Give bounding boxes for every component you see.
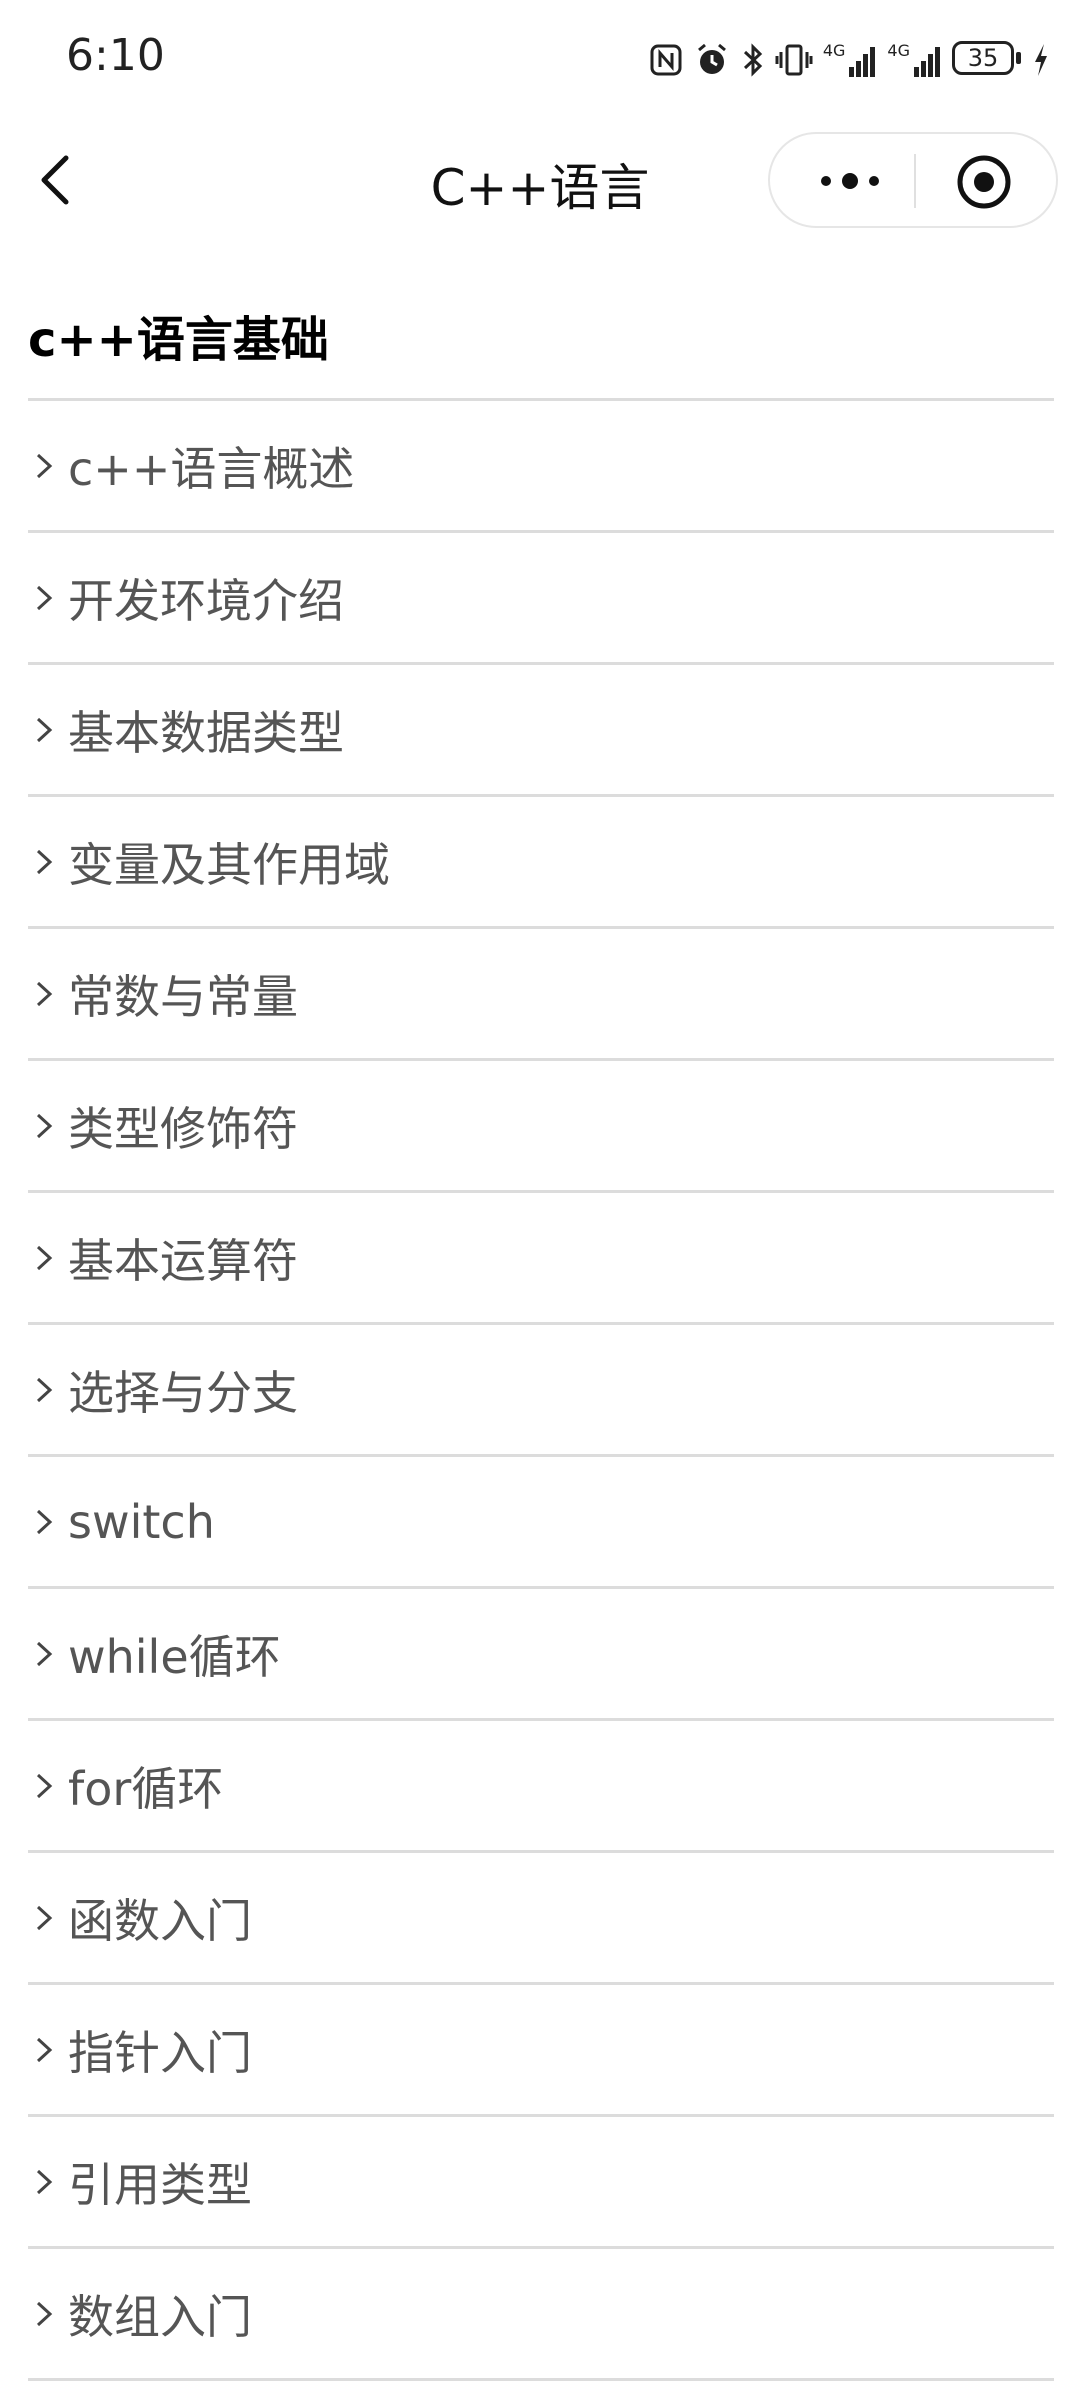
list-item-label: 基本运算符: [68, 1233, 298, 1288]
more-icon[interactable]: [810, 156, 890, 206]
list-item[interactable]: 基本数据类型: [28, 665, 1054, 797]
bluetooth-icon: [743, 43, 763, 77]
signal-2: 4G: [887, 43, 942, 77]
charging-icon: [1035, 44, 1047, 76]
list-item-label: 常数与常量: [68, 969, 298, 1024]
list-item-label: 变量及其作用域: [68, 837, 390, 892]
list-item-label: while循环: [68, 1629, 281, 1684]
list-item[interactable]: 常数与常量: [28, 929, 1054, 1061]
lesson-list: c++语言概述 开发环境介绍 基本数据类型 变量及其作用域 常数与常量 类型修饰…: [28, 398, 1054, 2381]
list-item-label: 引用类型: [68, 2157, 252, 2212]
chevron-right-icon: [36, 717, 53, 742]
list-item-label: 数组入门: [68, 2289, 252, 2344]
list-item[interactable]: 基本运算符: [28, 1193, 1054, 1325]
network-type-1: 4G: [822, 41, 846, 60]
list-item[interactable]: while循环: [28, 1589, 1054, 1721]
chevron-right-icon: [36, 1113, 53, 1138]
section-title: c++语言基础: [28, 312, 329, 368]
list-item[interactable]: 开发环境介绍: [28, 533, 1054, 665]
mini-program-capsule: [768, 132, 1058, 228]
list-item-label: 类型修饰符: [68, 1101, 298, 1156]
nav-bar: C++语言: [0, 120, 1080, 240]
chevron-right-icon: [36, 1905, 53, 1930]
chevron-right-icon: [36, 453, 53, 478]
chevron-right-icon: [36, 1377, 53, 1402]
status-time: 6:10: [66, 30, 165, 81]
battery-level: 35: [967, 44, 999, 72]
list-item-label: 基本数据类型: [68, 705, 344, 760]
chevron-right-icon: [36, 2037, 53, 2062]
close-mini-program-icon[interactable]: [954, 152, 1014, 212]
signal-bars-1-icon: [849, 47, 876, 77]
list-item[interactable]: 数组入门: [28, 2249, 1054, 2381]
list-item-label: 开发环境介绍: [68, 573, 344, 628]
chevron-right-icon: [36, 2301, 53, 2326]
nfc-icon: [650, 44, 682, 76]
vibrate-icon: [775, 44, 813, 76]
chevron-right-icon: [36, 1245, 53, 1270]
battery-tip: [1016, 52, 1021, 64]
list-item[interactable]: 引用类型: [28, 2117, 1054, 2249]
list-item-label: for循环: [68, 1761, 224, 1816]
chevron-right-icon: [36, 1509, 53, 1534]
chevron-right-icon: [36, 1773, 53, 1798]
capsule-divider: [914, 154, 916, 208]
battery: 35: [952, 41, 1022, 79]
list-item[interactable]: switch: [28, 1457, 1054, 1589]
list-item[interactable]: for循环: [28, 1721, 1054, 1853]
signal-bars-2-icon: [914, 47, 940, 77]
signal-1: 4G: [823, 43, 878, 77]
status-icons: 4G 4G 35: [649, 30, 1050, 90]
list-item-label: switch: [68, 1494, 215, 1549]
chevron-right-icon: [36, 1641, 53, 1666]
list-item[interactable]: 选择与分支: [28, 1325, 1054, 1457]
list-item[interactable]: 类型修饰符: [28, 1061, 1054, 1193]
network-type-2: 4G: [887, 41, 910, 60]
list-item[interactable]: 指针入门: [28, 1985, 1054, 2117]
list-item[interactable]: c++语言概述: [28, 401, 1054, 533]
list-item[interactable]: 函数入门: [28, 1853, 1054, 1985]
list-item-label: 函数入门: [68, 1893, 252, 1948]
status-bar: 6:10 4G 4G 35: [0, 0, 1080, 120]
list-item-label: 指针入门: [68, 2025, 252, 2080]
chevron-right-icon: [36, 2169, 53, 2194]
chevron-right-icon: [36, 849, 53, 874]
chevron-right-icon: [36, 981, 53, 1006]
chevron-right-icon: [36, 585, 53, 610]
list-item[interactable]: 变量及其作用域: [28, 797, 1054, 929]
alarm-icon: [697, 43, 726, 74]
list-item-label: c++语言概述: [68, 441, 355, 496]
list-item-label: 选择与分支: [68, 1365, 298, 1420]
